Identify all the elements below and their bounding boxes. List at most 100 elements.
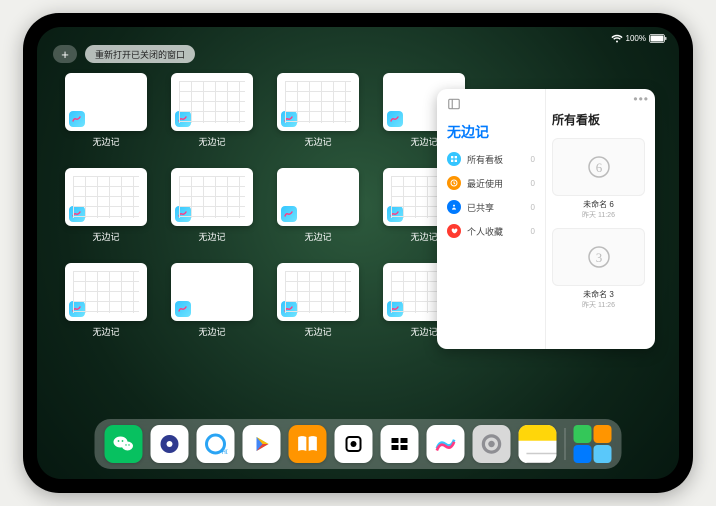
menu-item-label: 最近使用 (467, 177, 503, 190)
menu-item-label: 所有看板 (467, 153, 503, 166)
window-thumb[interactable]: 无边记 (171, 263, 253, 338)
window-thumb[interactable]: 无边记 (171, 73, 253, 148)
menu-item-icon (447, 176, 461, 190)
screen: 100% + 重新打开已关闭的窗口 无边记 无边记 无边记 (37, 27, 679, 479)
menu-item-count: 0 (531, 155, 535, 164)
window-face (277, 263, 359, 321)
window-label: 无边记 (410, 325, 437, 338)
recent-apps-icon[interactable] (574, 425, 612, 463)
restore-label: 重新打开已关闭的窗口 (95, 48, 185, 61)
board-preview: 6 (552, 138, 645, 196)
window-face (171, 73, 253, 131)
panel-menu-item[interactable]: 个人收藏 0 (447, 224, 535, 238)
panel-menu-item[interactable]: 所有看板 0 (447, 152, 535, 166)
dock: HD (95, 419, 622, 469)
window-label: 无边记 (92, 230, 119, 243)
freeform-app-icon (69, 111, 85, 127)
menu-item-icon (447, 152, 461, 166)
window-thumb[interactable]: 无边记 (277, 73, 359, 148)
capcut-icon[interactable] (381, 425, 419, 463)
window-face (171, 168, 253, 226)
menu-item-label: 已共享 (467, 201, 494, 214)
window-face (171, 263, 253, 321)
freeform-app-icon (281, 301, 297, 317)
window-label: 无边记 (304, 325, 331, 338)
freeform-app-icon (281, 206, 297, 222)
quark-icon[interactable] (151, 425, 189, 463)
menu-item-count: 0 (531, 203, 535, 212)
window-label: 无边记 (198, 230, 225, 243)
board-time: 昨天 11:26 (552, 210, 645, 220)
battery-icon (649, 34, 667, 43)
menu-item-icon (447, 200, 461, 214)
freeform-app-icon (387, 111, 403, 127)
freeform-app-icon (387, 206, 403, 222)
wechat-icon[interactable] (105, 425, 143, 463)
window-thumb[interactable]: 无边记 (277, 168, 359, 243)
panel-menu: 所有看板 0 最近使用 0 已共享 0 个人收藏 0 (447, 152, 535, 238)
sidebar-icon (447, 97, 461, 111)
play-icon[interactable] (243, 425, 281, 463)
panel-right-title: 所有看板 (552, 111, 645, 128)
panel-menu-item[interactable]: 最近使用 0 (447, 176, 535, 190)
menu-item-label: 个人收藏 (467, 225, 503, 238)
dock-separator (565, 428, 566, 460)
window-label: 无边记 (198, 135, 225, 148)
freeform-app-icon (387, 301, 403, 317)
inshot-icon[interactable] (335, 425, 373, 463)
svg-text:3: 3 (595, 250, 602, 265)
boards-list: 6 未命名 6 昨天 11:26 3 未命名 3 昨天 11:26 (552, 138, 645, 310)
menu-item-icon (447, 224, 461, 238)
window-face (277, 168, 359, 226)
svg-text:6: 6 (595, 160, 602, 175)
ipad-frame: 100% + 重新打开已关闭的窗口 无边记 无边记 无边记 (23, 13, 693, 493)
panel-left: 无边记 所有看板 0 最近使用 0 已共享 0 个人收藏 0 (437, 89, 545, 349)
window-face (65, 263, 147, 321)
windows-area: 无边记 无边记 无边记 无边记 无边记 (65, 73, 465, 338)
board-label: 未命名 3 (552, 289, 645, 300)
window-thumb[interactable]: 无边记 (65, 263, 147, 338)
freeform-app-icon (175, 301, 191, 317)
freeform-panel: ••• 无边记 所有看板 0 最近使用 0 已共享 0 个人收藏 0 所有看板 … (437, 89, 655, 349)
settings-icon[interactable] (473, 425, 511, 463)
books-icon[interactable] (289, 425, 327, 463)
wifi-icon (611, 34, 623, 43)
window-label: 无边记 (304, 230, 331, 243)
svg-text:HD: HD (222, 450, 228, 456)
freeform-app-icon (175, 111, 191, 127)
freeform-app-icon (69, 301, 85, 317)
more-icon[interactable]: ••• (633, 92, 649, 106)
board-card[interactable]: 6 未命名 6 昨天 11:26 (552, 138, 645, 220)
panel-menu-item[interactable]: 已共享 0 (447, 200, 535, 214)
freeform-app-icon (175, 206, 191, 222)
window-label: 无边记 (198, 325, 225, 338)
window-label: 无边记 (410, 230, 437, 243)
window-label: 无边记 (410, 135, 437, 148)
board-preview: 3 (552, 228, 645, 286)
freeform-app-icon (69, 206, 85, 222)
freeform-app-icon (281, 111, 297, 127)
menu-item-count: 0 (531, 227, 535, 236)
panel-right: 所有看板 6 未命名 6 昨天 11:26 3 未命名 3 昨天 11:26 (545, 89, 655, 349)
status-bar: 100% (611, 31, 667, 45)
battery-percent: 100% (626, 34, 646, 43)
new-window-button[interactable]: + (53, 45, 77, 63)
restore-closed-window-button[interactable]: 重新打开已关闭的窗口 (85, 45, 195, 63)
window-label: 无边记 (304, 135, 331, 148)
window-thumb[interactable]: 无边记 (171, 168, 253, 243)
window-label: 无边记 (92, 135, 119, 148)
window-face (65, 73, 147, 131)
board-card[interactable]: 3 未命名 3 昨天 11:26 (552, 228, 645, 310)
qq-browser-icon[interactable]: HD (197, 425, 235, 463)
window-face (65, 168, 147, 226)
panel-left-title: 无边记 (447, 122, 535, 142)
window-face (277, 73, 359, 131)
window-thumb[interactable]: 无边记 (65, 168, 147, 243)
window-thumb[interactable]: 无边记 (277, 263, 359, 338)
window-thumb[interactable]: 无边记 (65, 73, 147, 148)
board-label: 未命名 6 (552, 199, 645, 210)
board-time: 昨天 11:26 (552, 300, 645, 310)
freeform-icon[interactable] (427, 425, 465, 463)
notes-icon[interactable] (519, 425, 557, 463)
menu-item-count: 0 (531, 179, 535, 188)
